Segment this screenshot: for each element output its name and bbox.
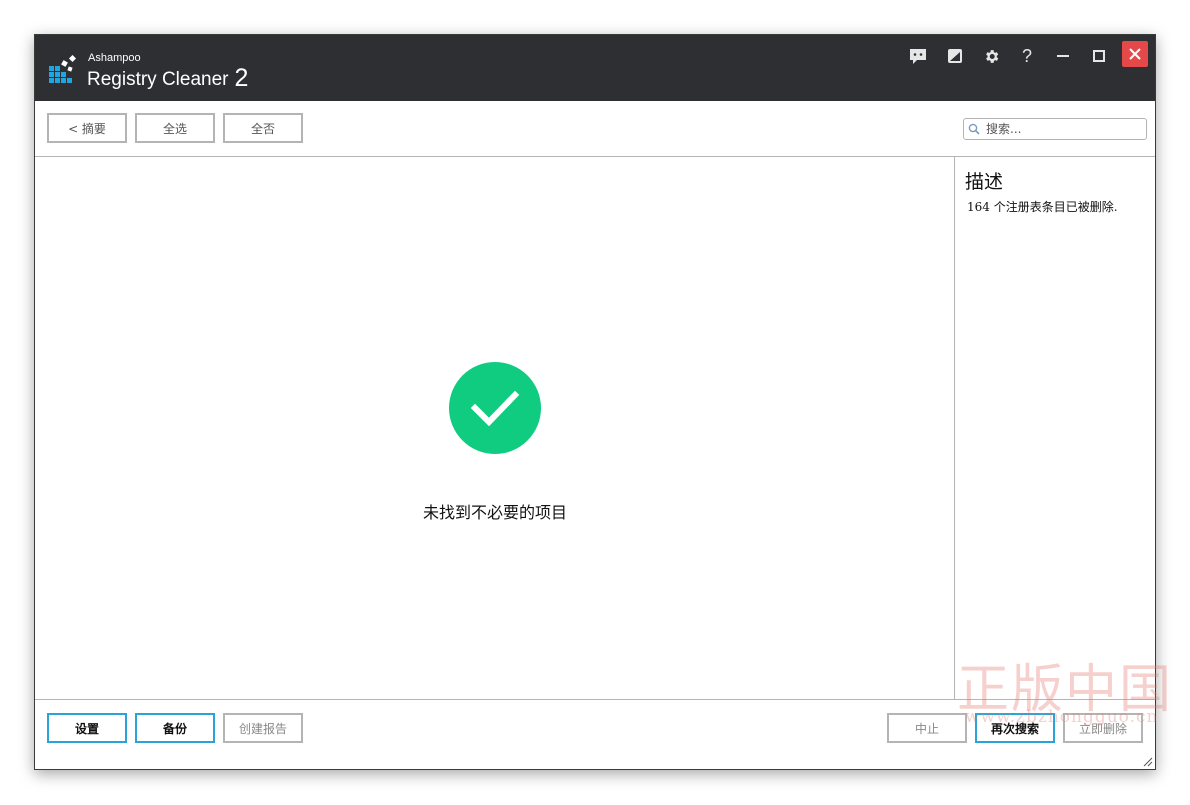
close-icon[interactable] bbox=[1122, 41, 1148, 67]
app-window: Ashampoo Registry Cleaner 2 ? < 摘要 全选 全否… bbox=[34, 34, 1171, 770]
main-panel: 未找到不必要的项目 bbox=[35, 157, 955, 699]
settings-button[interactable]: 设置 bbox=[47, 713, 127, 743]
select-all-button[interactable]: 全选 bbox=[135, 113, 215, 143]
title-bar[interactable]: Ashampoo Registry Cleaner 2 ? bbox=[35, 35, 1155, 101]
app-logo-icon bbox=[49, 55, 77, 83]
summary-button[interactable]: < 摘要 bbox=[47, 113, 127, 143]
checkmark-icon bbox=[470, 390, 520, 427]
description-title: 描述 bbox=[965, 171, 1004, 193]
result-message: 未找到不必要的项目 bbox=[422, 503, 567, 522]
help-icon[interactable]: ? bbox=[1014, 43, 1040, 69]
app-version: 2 bbox=[234, 64, 249, 92]
resize-grip-icon[interactable] bbox=[1141, 755, 1153, 767]
feedback-icon[interactable] bbox=[905, 43, 931, 69]
search-icon bbox=[968, 123, 980, 135]
success-indicator bbox=[449, 362, 541, 454]
footer-bar: 设置 备份 创建报告 中止 再次搜索 立即删除 bbox=[35, 699, 1155, 769]
search-input[interactable] bbox=[984, 121, 1138, 137]
gear-icon[interactable] bbox=[978, 43, 1004, 69]
skin-icon[interactable] bbox=[942, 43, 968, 69]
search-box[interactable] bbox=[963, 118, 1147, 140]
app-name: Registry Cleaner bbox=[87, 69, 229, 90]
create-report-button[interactable]: 创建报告 bbox=[223, 713, 303, 743]
select-none-button[interactable]: 全否 bbox=[223, 113, 303, 143]
app-title: Registry Cleaner 2 bbox=[87, 63, 248, 92]
delete-now-button[interactable]: 立即删除 bbox=[1063, 713, 1143, 743]
description-panel: 描述 164 个注册表条目已被删除. bbox=[955, 157, 1155, 699]
maximize-icon[interactable] bbox=[1086, 43, 1112, 69]
toolbar: < 摘要 全选 全否 bbox=[35, 101, 1155, 157]
minimize-icon[interactable] bbox=[1050, 43, 1076, 69]
description-text: 164 个注册表条目已被删除. bbox=[967, 200, 1118, 214]
search-again-button[interactable]: 再次搜索 bbox=[975, 713, 1055, 743]
abort-button[interactable]: 中止 bbox=[887, 713, 967, 743]
backup-button[interactable]: 备份 bbox=[135, 713, 215, 743]
